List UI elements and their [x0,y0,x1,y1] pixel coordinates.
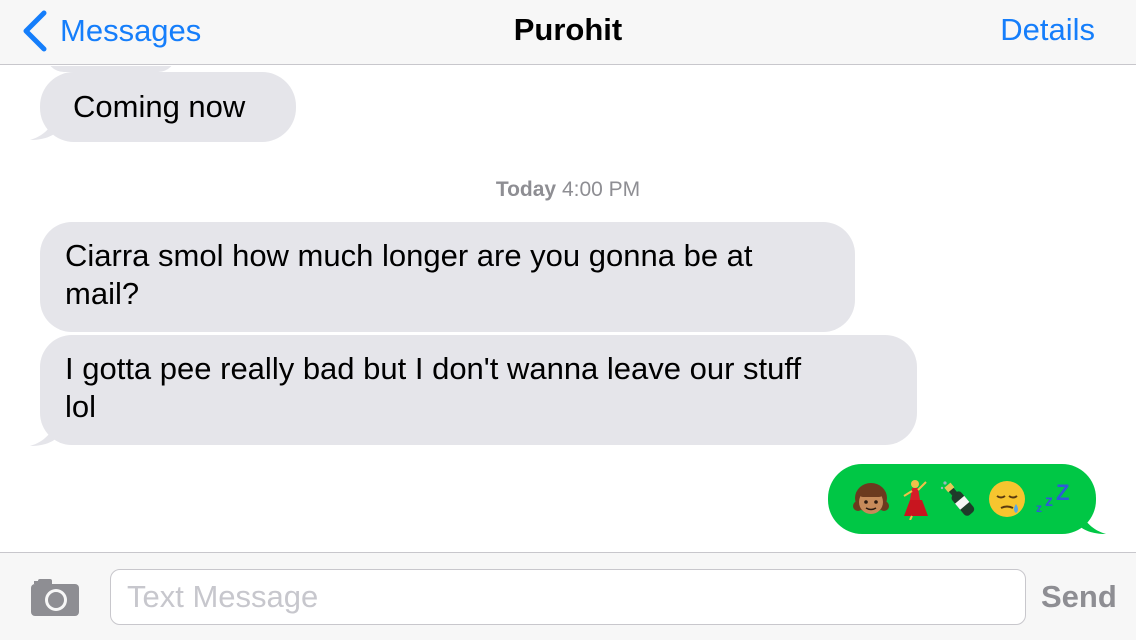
sent-message-bubble[interactable]: z z Z [828,464,1096,534]
svg-text:z: z [1036,501,1042,515]
message-text-line: Ciarra smol how much longer are you gonn… [65,238,753,273]
navigation-bar: Messages Purohit Details [0,0,1136,65]
message-text-field[interactable] [110,569,1026,625]
received-message-bubble[interactable]: Ciarra smol how much longer are you gonn… [40,222,855,332]
received-message-bubble[interactable]: Coming now [40,72,296,142]
girl-emoji-icon [853,483,889,514]
message-input-bar: Send [0,552,1136,640]
received-message-bubble[interactable]: I gotta pee really bad but I don't wanna… [40,335,917,445]
timestamp-time: 4:00 PM [561,178,641,201]
champagne-emoji-icon [940,481,975,516]
details-button[interactable]: Details [1000,12,1095,48]
back-button-label: Messages [60,13,202,48]
timestamp: Today 4:00 PM [0,178,1136,202]
timestamp-day: Today [495,178,557,201]
svg-text:z: z [1045,493,1053,510]
sleepy-face-emoji-icon [989,481,1025,517]
message-text-line: mail? [65,276,140,311]
message-transcript[interactable]: Coming now Today 4:00 PM Ciarra smol how… [0,66,1136,552]
camera-icon[interactable] [30,577,80,617]
chevron-left-icon [23,10,47,52]
message-text-line: I gotta pee really bad but I don't wanna… [65,351,802,386]
message-text: Coming now [73,89,246,124]
back-button[interactable]: Messages [22,8,201,54]
svg-text:Z: Z [1056,480,1069,505]
message-text-line: lol [65,389,97,424]
send-button[interactable]: Send [1041,579,1117,615]
dancer-emoji-icon [903,480,928,520]
zzz-emoji-icon: z z Z [1036,480,1069,515]
